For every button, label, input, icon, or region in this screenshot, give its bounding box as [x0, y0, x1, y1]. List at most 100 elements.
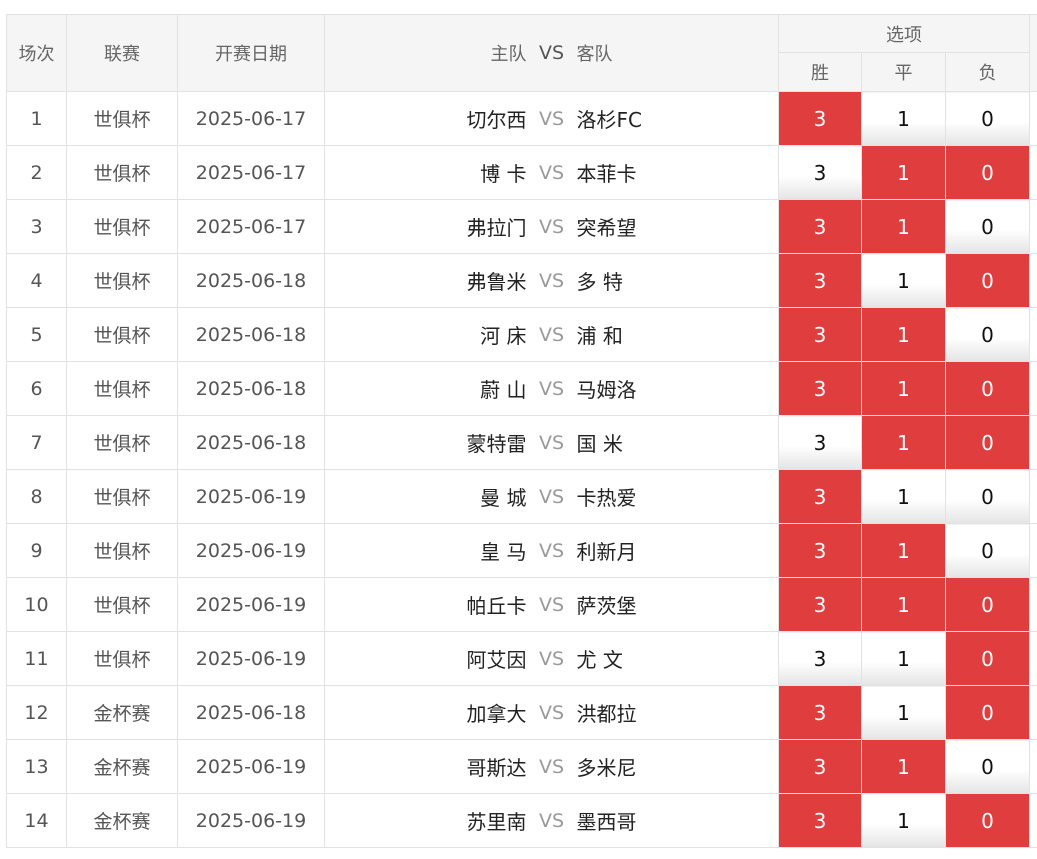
option-draw-button[interactable]: 1	[861, 91, 946, 146]
row-stub	[1029, 577, 1037, 632]
option-win-button[interactable]: 3	[778, 469, 862, 524]
league-name: 世俱杯	[66, 91, 178, 146]
option-win-button[interactable]: 3	[778, 739, 862, 794]
match-date: 2025-06-17	[177, 145, 325, 200]
table-row: 2 世俱杯 2025-06-17 博 卡 VS 本菲卡 3 1 0	[6, 145, 1037, 200]
option-draw-button[interactable]: 1	[861, 739, 946, 794]
match-index: 11	[6, 631, 67, 686]
match-teams-inner: 博 卡 VS 本菲卡	[325, 158, 778, 187]
option-win-button[interactable]: 3	[778, 685, 862, 740]
option-lose-button[interactable]: 0	[944, 253, 1031, 308]
option-win-button[interactable]: 3	[778, 199, 862, 254]
table-row: 7 世俱杯 2025-06-18 蒙特雷 VS 国 米 310	[6, 415, 1037, 470]
option-draw-button[interactable]: 1	[861, 199, 946, 254]
header-vs: VS	[538, 42, 565, 64]
option-draw-button[interactable]: 1	[861, 685, 946, 740]
league-name: 世俱杯	[66, 523, 178, 578]
match-teams-inner: 弗拉门 VS 突希望	[325, 212, 778, 241]
option-win-button[interactable]: 3	[778, 91, 862, 146]
match-index: 13	[6, 739, 67, 794]
match-index: 6	[6, 361, 67, 416]
away-team: 墨西哥	[576, 810, 637, 834]
match-teams: 苏里南 VS 墨西哥	[324, 793, 779, 848]
option-win-button[interactable]: 3	[778, 307, 862, 362]
table-row: 10 世俱杯 2025-06-19 帕丘卡 VS 萨茨堡 3 1 0	[6, 577, 1037, 632]
option-lose-button[interactable]: 0	[944, 631, 1031, 686]
vs-label: VS	[538, 215, 565, 238]
option-lose-button[interactable]: 0	[944, 361, 1031, 416]
match-date: 2025-06-18	[177, 685, 325, 740]
header-league: 联赛	[66, 14, 178, 92]
option-draw-button[interactable]: 1	[861, 577, 946, 632]
table-header: 场次 联赛 开赛日期 主队 VS 客队 选项 胜 平 负	[6, 14, 1037, 92]
table-row: 8 世俱杯 2025-06-19 曼 城 VS 卡热爱 3 1 0	[6, 469, 1037, 524]
option-win-button[interactable]: 3	[778, 145, 862, 200]
match-index: 2	[6, 145, 67, 200]
vs-label: VS	[538, 593, 565, 616]
row-stub	[1029, 145, 1037, 200]
option-lose-button[interactable]: 0	[944, 739, 1031, 794]
header-index: 场次	[6, 14, 67, 92]
away-team: 本菲卡	[576, 162, 637, 186]
option-win-button[interactable]: 3	[778, 523, 862, 578]
option-win-button[interactable]: 3	[778, 415, 862, 470]
match-teams: 曼 城 VS 卡热爱	[324, 469, 779, 524]
row-stub	[1029, 523, 1037, 578]
away-team: 多米尼	[576, 756, 637, 780]
option-draw-button[interactable]: 1	[861, 793, 946, 848]
vs-label: VS	[538, 539, 565, 562]
match-date: 2025-06-19	[177, 523, 325, 578]
match-teams-inner: 皇 马 VS 利新月	[325, 536, 778, 565]
option-lose-button[interactable]: 0	[944, 91, 1031, 146]
league-name: 世俱杯	[66, 577, 178, 632]
home-team: 苏里南	[466, 810, 527, 834]
match-teams-inner: 弗鲁米 VS 多 特	[325, 266, 778, 295]
option-lose-button[interactable]: 0	[944, 199, 1031, 254]
away-team: 萨茨堡	[576, 594, 637, 618]
away-team: 卡热爱	[576, 486, 637, 510]
match-date: 2025-06-17	[177, 199, 325, 254]
row-stub	[1029, 91, 1037, 146]
option-lose-button[interactable]: 0	[944, 145, 1031, 200]
option-win-button[interactable]: 3	[778, 253, 862, 308]
lottery-table-container: 场次 联赛 开赛日期 主队 VS 客队 选项 胜 平 负 1 世俱杯 2025-…	[6, 14, 1037, 859]
option-draw-button[interactable]: 1	[861, 523, 946, 578]
header-option-draw: 平	[861, 52, 946, 92]
option-draw-button[interactable]: 1	[861, 415, 946, 470]
option-lose-button[interactable]: 0	[944, 793, 1031, 848]
league-name: 金杯赛	[66, 739, 178, 794]
match-index: 14	[6, 793, 67, 848]
row-stub	[1029, 307, 1037, 362]
away-team: 尤 文	[576, 648, 623, 672]
option-draw-button[interactable]: 1	[861, 361, 946, 416]
match-teams: 弗鲁米 VS 多 特	[324, 253, 779, 308]
option-draw-button[interactable]: 1	[861, 469, 946, 524]
home-team: 哥斯达	[466, 756, 527, 780]
league-name: 世俱杯	[66, 469, 178, 524]
option-win-button[interactable]: 3	[778, 361, 862, 416]
option-lose-button[interactable]: 0	[944, 577, 1031, 632]
option-win-button[interactable]: 3	[778, 631, 862, 686]
option-lose-button[interactable]: 0	[944, 523, 1031, 578]
match-teams-inner: 阿艾因 VS 尤 文	[325, 644, 778, 673]
league-name: 世俱杯	[66, 631, 178, 686]
option-win-button[interactable]: 3	[778, 577, 862, 632]
home-team: 切尔西	[466, 108, 527, 132]
away-team: 利新月	[576, 540, 637, 564]
option-win-button[interactable]: 3	[778, 793, 862, 848]
match-index: 7	[6, 415, 67, 470]
away-team: 突希望	[576, 216, 637, 240]
option-draw-button[interactable]: 1	[861, 145, 946, 200]
option-draw-button[interactable]: 1	[861, 631, 946, 686]
match-teams-inner: 苏里南 VS 墨西哥	[325, 806, 778, 835]
option-draw-button[interactable]: 1	[861, 253, 946, 308]
match-index: 10	[6, 577, 67, 632]
match-index: 3	[6, 199, 67, 254]
option-lose-button[interactable]: 0	[944, 415, 1031, 470]
option-draw-button[interactable]: 1	[861, 307, 946, 362]
home-team: 弗拉门	[466, 216, 527, 240]
match-teams: 皇 马 VS 利新月	[324, 523, 779, 578]
option-lose-button[interactable]: 0	[944, 307, 1031, 362]
option-lose-button[interactable]: 0	[944, 469, 1031, 524]
option-lose-button[interactable]: 0	[944, 685, 1031, 740]
